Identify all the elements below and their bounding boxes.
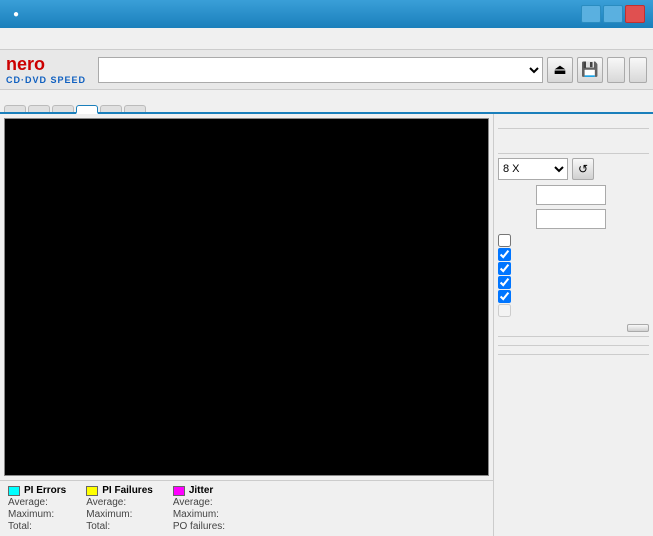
legend-jitter: Jitter Average: Maximum: PO failures: bbox=[173, 485, 233, 532]
eject-icon-button[interactable]: ⏏ bbox=[547, 57, 573, 83]
exit-button[interactable] bbox=[629, 57, 647, 83]
right-panel: 8 X 1 X2 X4 X 6 X12 X16 XMax ↺ bbox=[493, 114, 653, 536]
close-button[interactable] bbox=[625, 5, 645, 23]
bottom-chart bbox=[0, 114, 300, 150]
show-jitter-row bbox=[498, 276, 649, 289]
maximize-button[interactable] bbox=[603, 5, 623, 23]
chart-area bbox=[4, 118, 489, 476]
quality-score-row bbox=[498, 345, 649, 350]
jitter-title: Jitter bbox=[189, 485, 213, 496]
divider-2 bbox=[498, 153, 649, 154]
speed-row: 8 X 1 X2 X4 X 6 X12 X16 XMax ↺ bbox=[498, 158, 649, 180]
minimize-button[interactable] bbox=[581, 5, 601, 23]
legend-pi-failures: PI Failures Average: Maximum: Total: bbox=[86, 485, 153, 532]
end-mb-row bbox=[498, 209, 649, 229]
show-c2-row bbox=[498, 262, 649, 275]
quick-scan-row bbox=[498, 234, 649, 247]
show-c1-row bbox=[498, 248, 649, 261]
speed-selector[interactable]: 8 X 1 X2 X4 X 6 X12 X16 XMax bbox=[498, 158, 568, 180]
window-controls bbox=[581, 5, 645, 23]
quick-scan-checkbox[interactable] bbox=[498, 234, 511, 247]
refresh-button[interactable]: ↺ bbox=[572, 158, 594, 180]
show-write-speed-checkbox bbox=[498, 304, 511, 317]
show-read-speed-checkbox[interactable] bbox=[498, 290, 511, 303]
end-input[interactable] bbox=[536, 209, 606, 229]
pi-failures-title: PI Failures bbox=[102, 485, 153, 496]
show-c1-checkbox[interactable] bbox=[498, 248, 511, 261]
pi-failures-color bbox=[86, 486, 98, 496]
pi-errors-color bbox=[8, 486, 20, 496]
show-read-speed-row bbox=[498, 290, 649, 303]
legend-pi-errors: PI Errors Average: Maximum: Total: bbox=[8, 485, 66, 532]
advanced-button[interactable] bbox=[627, 324, 649, 332]
main-content: PI Errors Average: Maximum: Total: bbox=[0, 114, 653, 536]
checkboxes-section bbox=[498, 233, 649, 318]
divider-4 bbox=[498, 354, 649, 355]
divider-1 bbox=[498, 128, 649, 129]
pi-errors-title: PI Errors bbox=[24, 485, 66, 496]
show-jitter-checkbox[interactable] bbox=[498, 276, 511, 289]
legend-area: PI Errors Average: Maximum: Total: bbox=[0, 480, 493, 536]
start-button[interactable] bbox=[607, 57, 625, 83]
start-mb-row bbox=[498, 185, 649, 205]
show-write-speed-row bbox=[498, 304, 649, 317]
show-c2-checkbox[interactable] bbox=[498, 262, 511, 275]
divider-3 bbox=[498, 336, 649, 337]
start-input[interactable] bbox=[536, 185, 606, 205]
jitter-color bbox=[173, 486, 185, 496]
save-icon-button[interactable]: 💾 bbox=[577, 57, 603, 83]
